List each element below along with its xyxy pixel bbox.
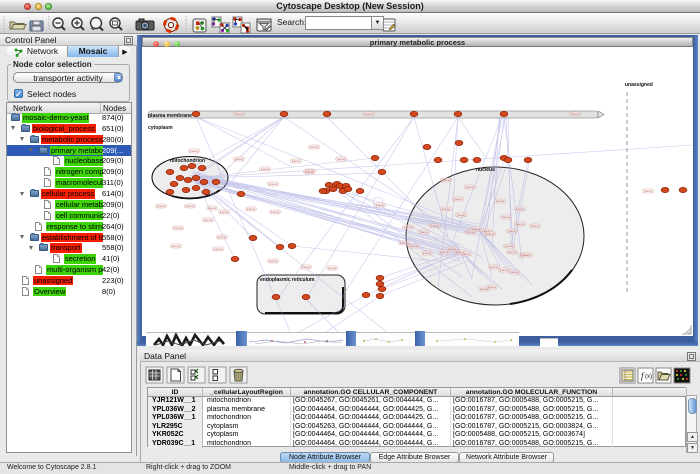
svg-text:[name]: [name] xyxy=(269,182,278,186)
svg-text:[name]: [name] xyxy=(214,247,223,251)
svg-text:[name]: [name] xyxy=(505,244,514,248)
svg-text:[name]: [name] xyxy=(157,204,166,208)
svg-text:[name]: [name] xyxy=(496,199,505,203)
svg-text:[name]: [name] xyxy=(305,170,314,174)
svg-text:[name]: [name] xyxy=(337,157,346,161)
svg-text:[name]: [name] xyxy=(400,241,409,245)
svg-text:[name]: [name] xyxy=(502,215,511,219)
svg-text:[name]: [name] xyxy=(218,235,227,239)
svg-text:(x): (x) xyxy=(645,374,652,380)
svg-text:[name]: [name] xyxy=(365,112,374,116)
svg-text:[name]: [name] xyxy=(440,250,449,254)
svg-text:[name]: [name] xyxy=(571,112,580,116)
svg-text:[name]: [name] xyxy=(490,265,499,269)
svg-text:[name]: [name] xyxy=(208,206,217,210)
svg-text:[name]: [name] xyxy=(172,244,181,248)
svg-text:mitochondrion: mitochondrion xyxy=(170,158,205,164)
svg-text:[name]: [name] xyxy=(466,230,475,234)
svg-text:[name]: [name] xyxy=(462,252,471,256)
svg-text:unassigned: unassigned xyxy=(625,82,653,88)
svg-text:[name]: [name] xyxy=(328,266,337,270)
svg-text:[name]: [name] xyxy=(310,145,319,149)
svg-text:[name]: [name] xyxy=(442,207,451,211)
svg-text:[name]: [name] xyxy=(442,178,451,182)
svg-text:[name]: [name] xyxy=(500,268,509,272)
svg-text:plasma membrane: plasma membrane xyxy=(148,113,192,119)
svg-text:[name]: [name] xyxy=(235,157,244,161)
svg-text:[name]: [name] xyxy=(261,167,270,171)
svg-text:[name]: [name] xyxy=(516,207,525,211)
svg-text:[name]: [name] xyxy=(190,149,199,153)
svg-text:[name]: [name] xyxy=(376,203,385,207)
svg-text:[name]: [name] xyxy=(269,259,278,263)
svg-text:[name]: [name] xyxy=(235,112,244,116)
svg-text:endoplasmic reticulum: endoplasmic reticulum xyxy=(260,277,315,283)
svg-text:[name]: [name] xyxy=(423,251,432,255)
svg-text:nucleus: nucleus xyxy=(476,167,495,173)
svg-text:[name]: [name] xyxy=(508,229,517,233)
svg-text:[name]: [name] xyxy=(220,210,229,214)
svg-text:[name]: [name] xyxy=(302,265,311,269)
svg-text:[name]: [name] xyxy=(488,285,497,289)
svg-text:[name]: [name] xyxy=(431,224,440,228)
svg-text:[name]: [name] xyxy=(292,159,301,163)
svg-text:[name]: [name] xyxy=(420,230,429,234)
svg-text:[name]: [name] xyxy=(644,189,653,193)
svg-text:[name]: [name] xyxy=(508,250,517,254)
svg-text:cytoplasm: cytoplasm xyxy=(148,125,173,131)
svg-text:[name]: [name] xyxy=(466,185,475,189)
svg-text:[name]: [name] xyxy=(486,232,495,236)
svg-text:[name]: [name] xyxy=(454,197,463,201)
svg-text:[name]: [name] xyxy=(271,210,280,214)
svg-text:[name]: [name] xyxy=(204,218,213,222)
svg-text:[name]: [name] xyxy=(531,224,540,228)
svg-text:[name]: [name] xyxy=(186,204,195,208)
svg-text:[name]: [name] xyxy=(410,244,419,248)
svg-text:[name]: [name] xyxy=(510,270,519,274)
svg-text:[name]: [name] xyxy=(516,222,525,226)
svg-text:[name]: [name] xyxy=(404,225,413,229)
svg-text:[name]: [name] xyxy=(457,213,466,217)
svg-text:[name]: [name] xyxy=(174,226,183,230)
svg-text:[name]: [name] xyxy=(523,253,532,257)
svg-text:[name]: [name] xyxy=(247,207,256,211)
